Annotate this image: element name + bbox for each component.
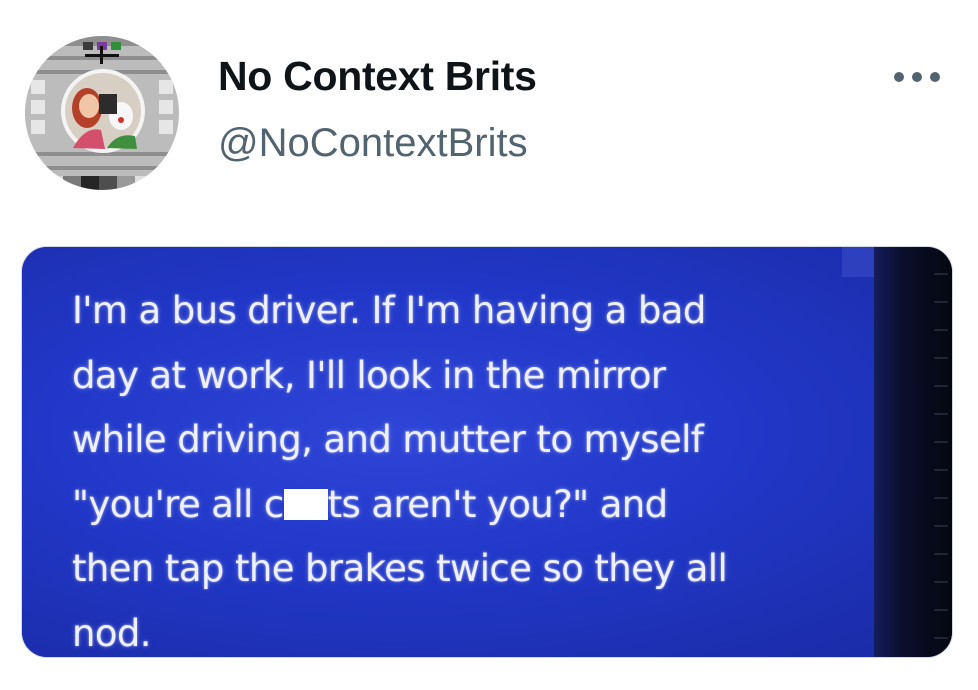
media-photo[interactable]: I'm a bus driver. If I'm having a bad da… bbox=[21, 246, 953, 658]
caption-line-4-start: "you're all c bbox=[72, 482, 284, 526]
caption-line-6: nod. bbox=[72, 611, 152, 655]
more-options-button[interactable] bbox=[885, 60, 949, 94]
redaction-box bbox=[283, 488, 328, 520]
caption-line-1: I'm a bus driver. If I'm having a bad bbox=[72, 289, 706, 332]
more-horizontal-icon bbox=[894, 72, 940, 82]
display-name[interactable]: No Context Brits bbox=[218, 50, 537, 102]
caption-line-4: "you're all c ts aren't you?" and bbox=[72, 473, 872, 538]
screen-bezel bbox=[874, 247, 952, 657]
caption-line-4-end: ts aren't you?" and bbox=[327, 482, 668, 526]
bezel-ticks bbox=[934, 247, 948, 657]
handle[interactable]: @NoContextBrits bbox=[218, 118, 528, 168]
caption-line-5: then tap the brakes twice so they all bbox=[72, 547, 728, 590]
tweet: No Context Brits @NoContextBrits I'm a b… bbox=[0, 0, 978, 690]
avatar-image bbox=[25, 36, 179, 190]
screen-caption: I'm a bus driver. If I'm having a bad da… bbox=[72, 279, 872, 657]
caption-line-3: while driving, and mutter to myself bbox=[72, 418, 704, 461]
caption-line-2: day at work, I'll look in the mirror bbox=[72, 353, 666, 397]
avatar[interactable] bbox=[25, 36, 179, 190]
